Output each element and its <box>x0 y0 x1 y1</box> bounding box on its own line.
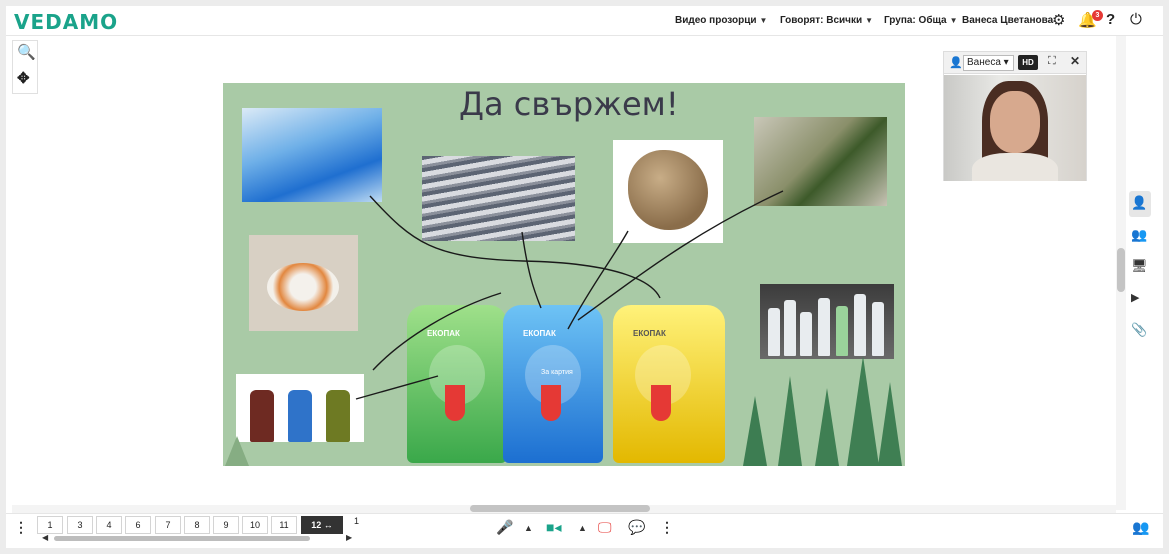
scroll-thumb[interactable] <box>54 536 310 541</box>
page-thumb[interactable]: 1 <box>37 516 63 534</box>
page-thumb[interactable]: 8 <box>184 516 210 534</box>
power-icon[interactable]: ⏻ <box>1130 11 1142 28</box>
chevron-down-icon: ▼ <box>949 16 958 25</box>
chevron-up-icon[interactable]: ▲ <box>578 523 587 533</box>
play-icon[interactable]: ▶ <box>1131 291 1139 304</box>
video-window: 👤 Ванеса ▾ HD ⛶ ✕ <box>943 51 1087 181</box>
video-toolbar: 👤 Ванеса ▾ HD ⛶ ✕ <box>944 52 1086 74</box>
more-vertical-icon[interactable]: ⋮ <box>14 519 28 536</box>
connector-line <box>355 375 439 400</box>
participant-select[interactable]: Ванеса ▾ <box>963 55 1014 71</box>
page-thumb[interactable]: 9 <box>213 516 239 534</box>
close-icon[interactable]: ✕ <box>1070 54 1080 68</box>
scroll-right-icon[interactable]: ▶ <box>346 533 352 542</box>
chevron-up-icon[interactable]: ▲ <box>524 523 533 533</box>
participants-icon[interactable]: 👥 <box>1132 519 1149 536</box>
presentation-slide: Да свържем! ЕКОПАК ЕКОПАК За картия ЕКОПА… <box>223 83 905 466</box>
connector-lines <box>355 190 784 400</box>
video-feed <box>944 75 1086 181</box>
page-thumb[interactable]: 11 <box>271 516 297 534</box>
page-thumb[interactable]: 7 <box>155 516 181 534</box>
pages-scrollbar[interactable]: ◀ ▶ <box>42 533 354 542</box>
speakers-menu[interactable]: Говорят: Всички ▼ <box>780 15 873 26</box>
chat-icon[interactable]: 💬 <box>628 519 645 536</box>
attachment-icon[interactable]: 📎 <box>1131 322 1147 338</box>
page-thumb[interactable]: 3 <box>67 516 93 534</box>
screen-share-icon[interactable]: 🖵 <box>598 519 612 536</box>
person-icon: 👤 <box>949 57 963 69</box>
chevron-down-icon: ▼ <box>865 16 874 25</box>
help-icon[interactable]: ? <box>1106 11 1115 28</box>
page-thumb[interactable]: 6 <box>125 516 151 534</box>
connector-line <box>521 231 542 309</box>
page-count: 1 <box>354 516 360 526</box>
connector-line <box>369 195 661 299</box>
more-vertical-icon[interactable]: ⋮ <box>660 519 674 536</box>
bottom-bar: ⋮ 1 3 4 6 7 8 9 10 11 12 ↔ 1 ◀ ▶ 🎤 ▲ ■◂ … <box>6 513 1163 548</box>
scroll-thumb[interactable] <box>1117 248 1125 292</box>
scroll-left-icon[interactable]: ◀ <box>42 533 48 542</box>
zoom-toolbox: 🔍 ✥ <box>12 40 38 94</box>
current-page[interactable]: 12 ↔ <box>301 516 343 534</box>
side-panel-rail: 👤 👥 🖥 ▶ 📎 <box>1128 185 1154 345</box>
connector-line <box>577 190 784 321</box>
video-windows-menu[interactable]: Видео прозорци ▼ <box>675 15 767 26</box>
chevron-down-icon: ▼ <box>759 16 768 25</box>
user-name[interactable]: Ванеса Цветанова <box>962 15 1053 26</box>
camera-icon[interactable]: ■◂ <box>546 519 561 536</box>
scroll-thumb[interactable] <box>470 505 650 512</box>
vertical-scrollbar[interactable] <box>1116 36 1126 510</box>
gear-icon[interactable]: ⚙ <box>1052 11 1065 29</box>
connector-line <box>372 292 502 371</box>
connector-line <box>567 230 629 330</box>
hd-button[interactable]: HD <box>1018 55 1038 70</box>
group-menu[interactable]: Група: Обща ▼ <box>884 15 958 26</box>
notification-badge: 3 <box>1092 10 1103 21</box>
microphone-icon[interactable]: 🎤 <box>496 519 513 536</box>
page-thumb[interactable]: 10 <box>242 516 268 534</box>
fit-screen-icon[interactable]: ✥ <box>17 69 30 87</box>
page-thumb[interactable]: 4 <box>96 516 122 534</box>
participant-icon[interactable]: 👤 <box>1131 195 1147 211</box>
fullscreen-icon[interactable]: ⛶ <box>1048 55 1056 68</box>
vedamo-logo: VEDAMO <box>14 10 119 34</box>
screen-icon[interactable]: 🖥 <box>1131 258 1148 274</box>
zoom-in-icon[interactable]: 🔍 <box>17 43 36 61</box>
top-bar: VEDAMO Видео прозорци ▼ Говорят: Всички ▼ … <box>6 6 1163 36</box>
group-icon[interactable]: 👥 <box>1131 227 1147 243</box>
horizontal-scrollbar[interactable] <box>12 505 1116 513</box>
